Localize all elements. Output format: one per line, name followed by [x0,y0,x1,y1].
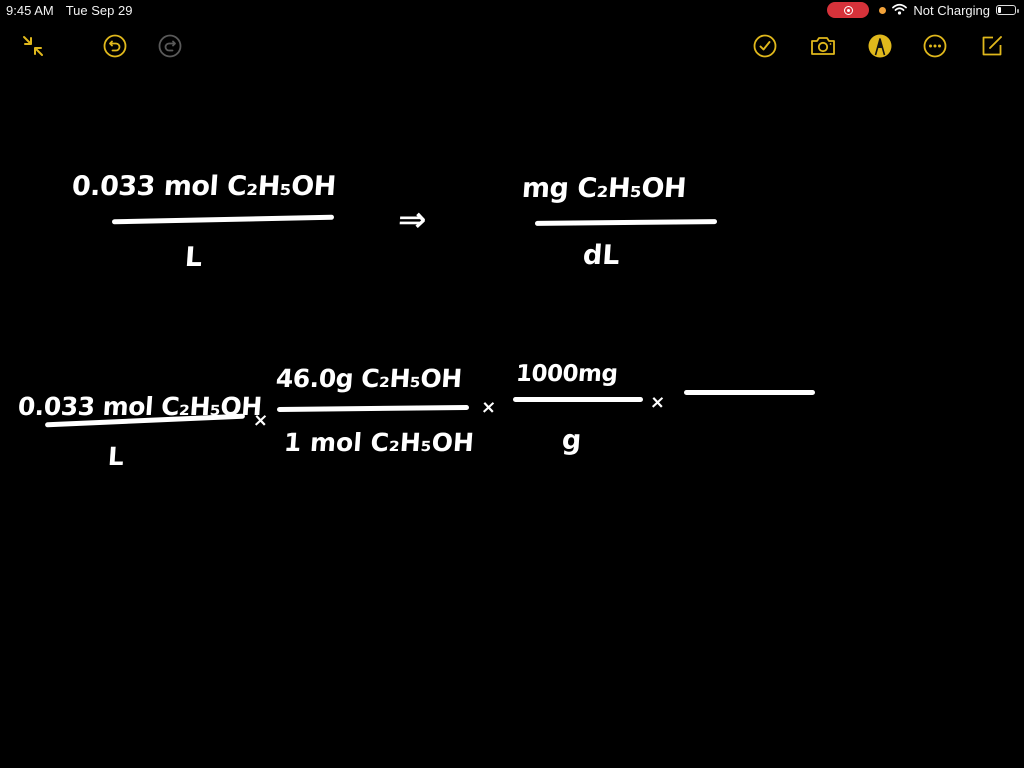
fraction-denominator: 1 mol C₂H₅OH [282,428,475,457]
fraction-denominator: g [560,425,583,456]
fraction-numerator: 1000mg [515,361,619,387]
fraction-denominator: dL [581,240,621,271]
compose-button[interactable] [979,33,1005,59]
undo-icon [103,34,127,58]
redo-button[interactable] [157,33,183,59]
battery-icon [996,5,1019,15]
multiply-sign: × [252,410,269,431]
status-bar: 9:45 AM Tue Sep 29 Not Charging [0,0,1024,20]
status-date: Tue Sep 29 [65,3,133,18]
battery-level [998,7,1001,13]
battery-status-text: Not Charging [913,2,990,18]
markup-button[interactable] [867,33,893,59]
status-time: 9:45 AM [6,3,54,18]
fraction-numerator: 0.033 mol C₂H₅OH [70,171,337,202]
compose-icon [982,36,1002,56]
checklist-button[interactable] [752,33,778,59]
fraction-bar [111,214,335,225]
multiply-sign: × [649,392,666,413]
fraction-numerator: 46.0g C₂H₅OH [274,364,463,393]
ellipsis-circle-icon [923,34,947,58]
note-canvas[interactable]: 0.033 mol C₂H₅OH L ⇒ mg C₂H₅OH dL 0.033 … [0,70,1024,768]
redo-icon [158,34,182,58]
collapse-button[interactable] [20,33,46,59]
checkmark-circle-icon [753,34,777,58]
fraction-denominator: L [106,442,125,471]
fraction-bar [276,404,470,413]
camera-button[interactable] [809,33,837,59]
fraction-bar [534,219,718,226]
wifi-icon [892,3,908,18]
fraction-bar [513,397,643,402]
arrows-inward-icon [23,36,43,56]
multiply-sign: × [480,397,497,418]
implies-arrow: ⇒ [396,200,428,240]
fraction-bar [684,390,815,395]
pen-tip-icon [868,34,892,58]
fraction-numerator: mg C₂H₅OH [520,173,688,204]
mic-in-use-dot [879,6,887,14]
undo-button[interactable] [102,33,128,59]
more-button[interactable] [922,33,948,59]
record-icon [843,5,853,15]
screen-recording-indicator[interactable] [827,2,870,18]
fraction-denominator: L [183,242,204,273]
notes-app-screen: 9:45 AM Tue Sep 29 Not Charging 0.033 mo… [0,0,1024,768]
camera-icon [811,37,835,55]
